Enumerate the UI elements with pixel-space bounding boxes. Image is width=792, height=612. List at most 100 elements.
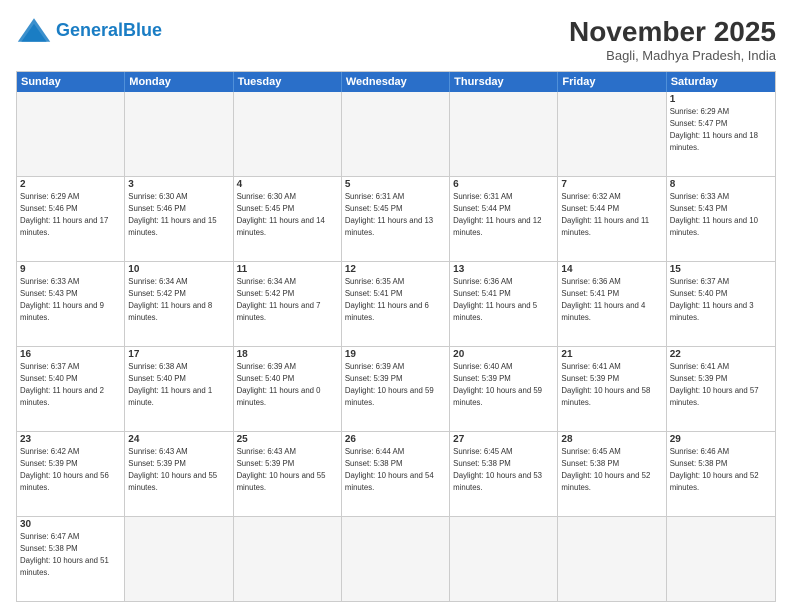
sun-info: Sunrise: 6:36 AMSunset: 5:41 PMDaylight:… <box>561 277 645 322</box>
calendar: Sunday Monday Tuesday Wednesday Thursday… <box>16 71 776 602</box>
cal-row-5: 30 Sunrise: 6:47 AMSunset: 5:38 PMDaylig… <box>17 516 775 601</box>
cal-cell-1-6: 8 Sunrise: 6:33 AMSunset: 5:43 PMDayligh… <box>667 177 775 261</box>
day-num: 9 <box>20 264 121 275</box>
day-num: 6 <box>453 179 554 190</box>
cal-cell-4-0: 23 Sunrise: 6:42 AMSunset: 5:39 PMDaylig… <box>17 432 125 516</box>
cal-cell-1-4: 6 Sunrise: 6:31 AMSunset: 5:44 PMDayligh… <box>450 177 558 261</box>
cal-row-3: 16 Sunrise: 6:37 AMSunset: 5:40 PMDaylig… <box>17 346 775 431</box>
day-num: 12 <box>345 264 446 275</box>
cal-cell-5-3 <box>342 517 450 601</box>
cal-cell-5-0: 30 Sunrise: 6:47 AMSunset: 5:38 PMDaylig… <box>17 517 125 601</box>
location: Bagli, Madhya Pradesh, India <box>569 48 776 63</box>
sun-info: Sunrise: 6:39 AMSunset: 5:40 PMDaylight:… <box>237 362 321 407</box>
day-num: 15 <box>670 264 772 275</box>
sun-info: Sunrise: 6:36 AMSunset: 5:41 PMDaylight:… <box>453 277 537 322</box>
cal-cell-3-1: 17 Sunrise: 6:38 AMSunset: 5:40 PMDaylig… <box>125 347 233 431</box>
day-num: 23 <box>20 434 121 445</box>
sun-info: Sunrise: 6:38 AMSunset: 5:40 PMDaylight:… <box>128 362 212 407</box>
cal-cell-4-4: 27 Sunrise: 6:45 AMSunset: 5:38 PMDaylig… <box>450 432 558 516</box>
cal-cell-1-2: 4 Sunrise: 6:30 AMSunset: 5:45 PMDayligh… <box>234 177 342 261</box>
cal-row-1: 2 Sunrise: 6:29 AMSunset: 5:46 PMDayligh… <box>17 176 775 261</box>
cal-cell-4-3: 26 Sunrise: 6:44 AMSunset: 5:38 PMDaylig… <box>342 432 450 516</box>
day-num: 25 <box>237 434 338 445</box>
cal-cell-5-1 <box>125 517 233 601</box>
cal-cell-5-4 <box>450 517 558 601</box>
cal-cell-0-6: 1 Sunrise: 6:29 AMSunset: 5:47 PMDayligh… <box>667 92 775 176</box>
day-num: 20 <box>453 349 554 360</box>
sun-info: Sunrise: 6:35 AMSunset: 5:41 PMDaylight:… <box>345 277 429 322</box>
sun-info: Sunrise: 6:41 AMSunset: 5:39 PMDaylight:… <box>670 362 759 407</box>
logo-icon <box>16 16 52 44</box>
cal-row-4: 23 Sunrise: 6:42 AMSunset: 5:39 PMDaylig… <box>17 431 775 516</box>
sun-info: Sunrise: 6:29 AMSunset: 5:47 PMDaylight:… <box>670 107 758 152</box>
cal-cell-2-2: 11 Sunrise: 6:34 AMSunset: 5:42 PMDaylig… <box>234 262 342 346</box>
header-saturday: Saturday <box>667 72 775 92</box>
sun-info: Sunrise: 6:31 AMSunset: 5:44 PMDaylight:… <box>453 192 541 237</box>
day-num: 16 <box>20 349 121 360</box>
day-num: 21 <box>561 349 662 360</box>
day-num: 8 <box>670 179 772 190</box>
sun-info: Sunrise: 6:34 AMSunset: 5:42 PMDaylight:… <box>237 277 321 322</box>
cal-cell-3-3: 19 Sunrise: 6:39 AMSunset: 5:39 PMDaylig… <box>342 347 450 431</box>
cal-row-0: 1 Sunrise: 6:29 AMSunset: 5:47 PMDayligh… <box>17 92 775 176</box>
day-num: 13 <box>453 264 554 275</box>
sun-info: Sunrise: 6:34 AMSunset: 5:42 PMDaylight:… <box>128 277 212 322</box>
sun-info: Sunrise: 6:45 AMSunset: 5:38 PMDaylight:… <box>453 447 542 492</box>
cal-cell-5-5 <box>558 517 666 601</box>
sun-info: Sunrise: 6:40 AMSunset: 5:39 PMDaylight:… <box>453 362 542 407</box>
day-num: 14 <box>561 264 662 275</box>
cal-cell-4-5: 28 Sunrise: 6:45 AMSunset: 5:38 PMDaylig… <box>558 432 666 516</box>
day-num: 24 <box>128 434 229 445</box>
header-wednesday: Wednesday <box>342 72 450 92</box>
cal-cell-3-5: 21 Sunrise: 6:41 AMSunset: 5:39 PMDaylig… <box>558 347 666 431</box>
cal-cell-1-5: 7 Sunrise: 6:32 AMSunset: 5:44 PMDayligh… <box>558 177 666 261</box>
calendar-header: Sunday Monday Tuesday Wednesday Thursday… <box>17 72 775 92</box>
sun-info: Sunrise: 6:39 AMSunset: 5:39 PMDaylight:… <box>345 362 434 407</box>
day-num: 10 <box>128 264 229 275</box>
header-sunday: Sunday <box>17 72 125 92</box>
header-friday: Friday <box>558 72 666 92</box>
logo-general: General <box>56 20 123 40</box>
header: GeneralBlue November 2025 Bagli, Madhya … <box>16 16 776 63</box>
header-tuesday: Tuesday <box>234 72 342 92</box>
day-num: 1 <box>670 94 772 105</box>
day-num: 19 <box>345 349 446 360</box>
sun-info: Sunrise: 6:37 AMSunset: 5:40 PMDaylight:… <box>670 277 754 322</box>
cal-cell-2-1: 10 Sunrise: 6:34 AMSunset: 5:42 PMDaylig… <box>125 262 233 346</box>
sun-info: Sunrise: 6:32 AMSunset: 5:44 PMDaylight:… <box>561 192 649 237</box>
cal-cell-5-2 <box>234 517 342 601</box>
sun-info: Sunrise: 6:45 AMSunset: 5:38 PMDaylight:… <box>561 447 650 492</box>
logo: GeneralBlue <box>16 16 162 44</box>
cal-cell-2-3: 12 Sunrise: 6:35 AMSunset: 5:41 PMDaylig… <box>342 262 450 346</box>
cal-cell-0-3 <box>342 92 450 176</box>
cal-cell-3-6: 22 Sunrise: 6:41 AMSunset: 5:39 PMDaylig… <box>667 347 775 431</box>
day-num: 18 <box>237 349 338 360</box>
logo-text: GeneralBlue <box>56 21 162 39</box>
title-block: November 2025 Bagli, Madhya Pradesh, Ind… <box>569 16 776 63</box>
sun-info: Sunrise: 6:31 AMSunset: 5:45 PMDaylight:… <box>345 192 433 237</box>
day-num: 5 <box>345 179 446 190</box>
cal-cell-1-1: 3 Sunrise: 6:30 AMSunset: 5:46 PMDayligh… <box>125 177 233 261</box>
day-num: 2 <box>20 179 121 190</box>
cal-cell-0-4 <box>450 92 558 176</box>
cal-cell-3-0: 16 Sunrise: 6:37 AMSunset: 5:40 PMDaylig… <box>17 347 125 431</box>
sun-info: Sunrise: 6:42 AMSunset: 5:39 PMDaylight:… <box>20 447 109 492</box>
cal-cell-4-6: 29 Sunrise: 6:46 AMSunset: 5:38 PMDaylig… <box>667 432 775 516</box>
sun-info: Sunrise: 6:41 AMSunset: 5:39 PMDaylight:… <box>561 362 650 407</box>
day-num: 3 <box>128 179 229 190</box>
day-num: 27 <box>453 434 554 445</box>
cal-cell-2-4: 13 Sunrise: 6:36 AMSunset: 5:41 PMDaylig… <box>450 262 558 346</box>
sun-info: Sunrise: 6:47 AMSunset: 5:38 PMDaylight:… <box>20 532 109 577</box>
sun-info: Sunrise: 6:46 AMSunset: 5:38 PMDaylight:… <box>670 447 759 492</box>
sun-info: Sunrise: 6:44 AMSunset: 5:38 PMDaylight:… <box>345 447 434 492</box>
cal-cell-0-1 <box>125 92 233 176</box>
cal-cell-0-5 <box>558 92 666 176</box>
cal-cell-4-2: 25 Sunrise: 6:43 AMSunset: 5:39 PMDaylig… <box>234 432 342 516</box>
cal-row-2: 9 Sunrise: 6:33 AMSunset: 5:43 PMDayligh… <box>17 261 775 346</box>
cal-cell-4-1: 24 Sunrise: 6:43 AMSunset: 5:39 PMDaylig… <box>125 432 233 516</box>
cal-cell-0-2 <box>234 92 342 176</box>
header-monday: Monday <box>125 72 233 92</box>
cal-cell-2-5: 14 Sunrise: 6:36 AMSunset: 5:41 PMDaylig… <box>558 262 666 346</box>
sun-info: Sunrise: 6:33 AMSunset: 5:43 PMDaylight:… <box>20 277 104 322</box>
cal-cell-1-3: 5 Sunrise: 6:31 AMSunset: 5:45 PMDayligh… <box>342 177 450 261</box>
